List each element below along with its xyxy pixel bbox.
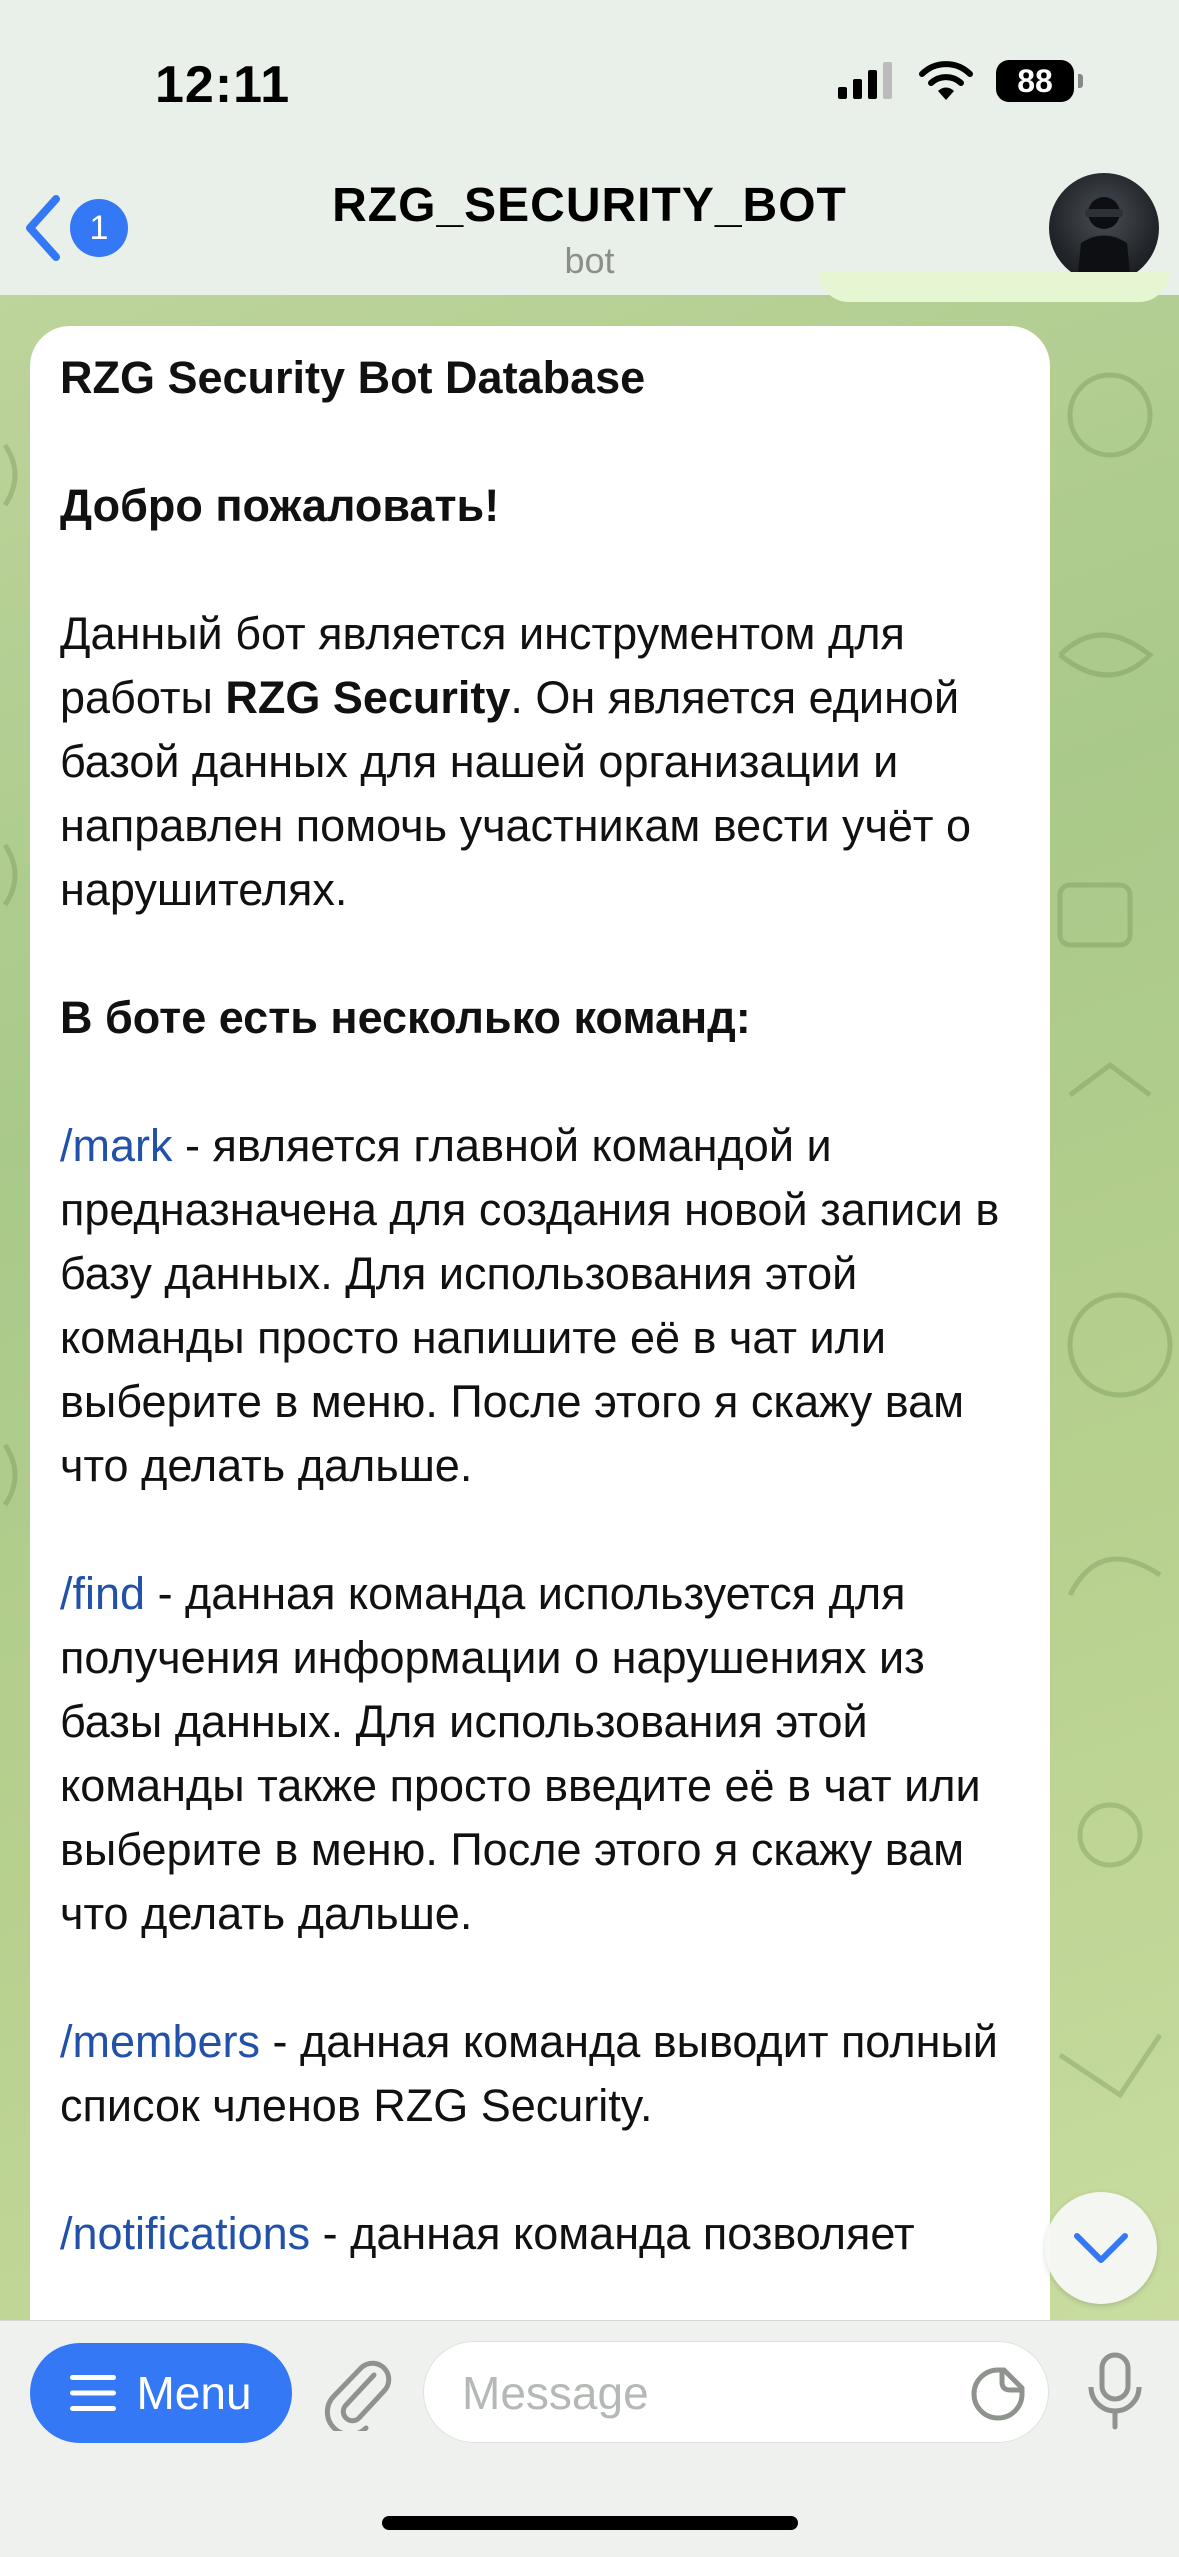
commands-heading: В боте есть несколько команд:: [60, 992, 751, 1043]
message-heading: RZG Security Bot Database: [60, 352, 646, 403]
command-item-members: /members - данная команда выводит полный…: [60, 2010, 1020, 2138]
command-link-mark[interactable]: /mark: [60, 1120, 173, 1171]
command-description: - данная команда позволяет: [310, 2208, 915, 2259]
attach-button[interactable]: [322, 2355, 392, 2438]
welcome-text: Добро пожаловать!: [60, 480, 500, 531]
wifi-icon: [919, 61, 973, 100]
battery-indicator: 88: [996, 60, 1083, 102]
clock: 12:11: [155, 56, 291, 114]
bot-avatar[interactable]: [1049, 173, 1159, 283]
chevron-down-icon: [1074, 2233, 1128, 2263]
command-description: - данная команда используется для получе…: [60, 1568, 981, 1939]
command-item-notifications: /notifications - данная команда позволяе…: [60, 2202, 1020, 2266]
command-link-members[interactable]: /members: [60, 2016, 260, 2067]
menu-label: Menu: [136, 2367, 252, 2419]
command-description: - является главной командой и предназнач…: [60, 1120, 1000, 1491]
message-text: RZG Security Bot Database Добро пожалова…: [30, 326, 1050, 2266]
microphone-icon: [1088, 2352, 1142, 2430]
avatar-figure-icon: [1077, 197, 1131, 283]
voice-message-button[interactable]: [1085, 2351, 1145, 2436]
intro-bold-text: RZG Security: [225, 672, 511, 723]
message-input[interactable]: [460, 2364, 924, 2422]
command-link-notifications[interactable]: /notifications: [60, 2208, 310, 2259]
command-item-find: /find - данная команда используется для …: [60, 1562, 1020, 1946]
previous-message-bubble: [819, 272, 1169, 302]
command-item-mark: /mark - является главной командой и пред…: [60, 1114, 1020, 1498]
bot-message-bubble: RZG Security Bot Database Добро пожалова…: [30, 326, 1050, 2426]
menu-button[interactable]: Menu: [30, 2343, 292, 2443]
home-indicator[interactable]: [382, 2516, 798, 2530]
status-icons: 88: [836, 60, 1083, 102]
message-input-field[interactable]: [423, 2341, 1049, 2443]
sticker-icon[interactable]: [970, 2366, 1026, 2422]
chat-title[interactable]: RZG_SECURITY_BOT: [0, 178, 1179, 233]
command-link-find[interactable]: /find: [60, 1568, 145, 1619]
paperclip-icon: [324, 2360, 392, 2438]
cellular-signal-icon: [838, 62, 892, 99]
hamburger-icon: [70, 2375, 117, 2411]
status-bar: 12:11 88: [0, 0, 1179, 160]
scroll-to-bottom-button[interactable]: [1045, 2192, 1157, 2304]
intro-paragraph: Данный бот является инструментом для раб…: [60, 602, 1020, 922]
